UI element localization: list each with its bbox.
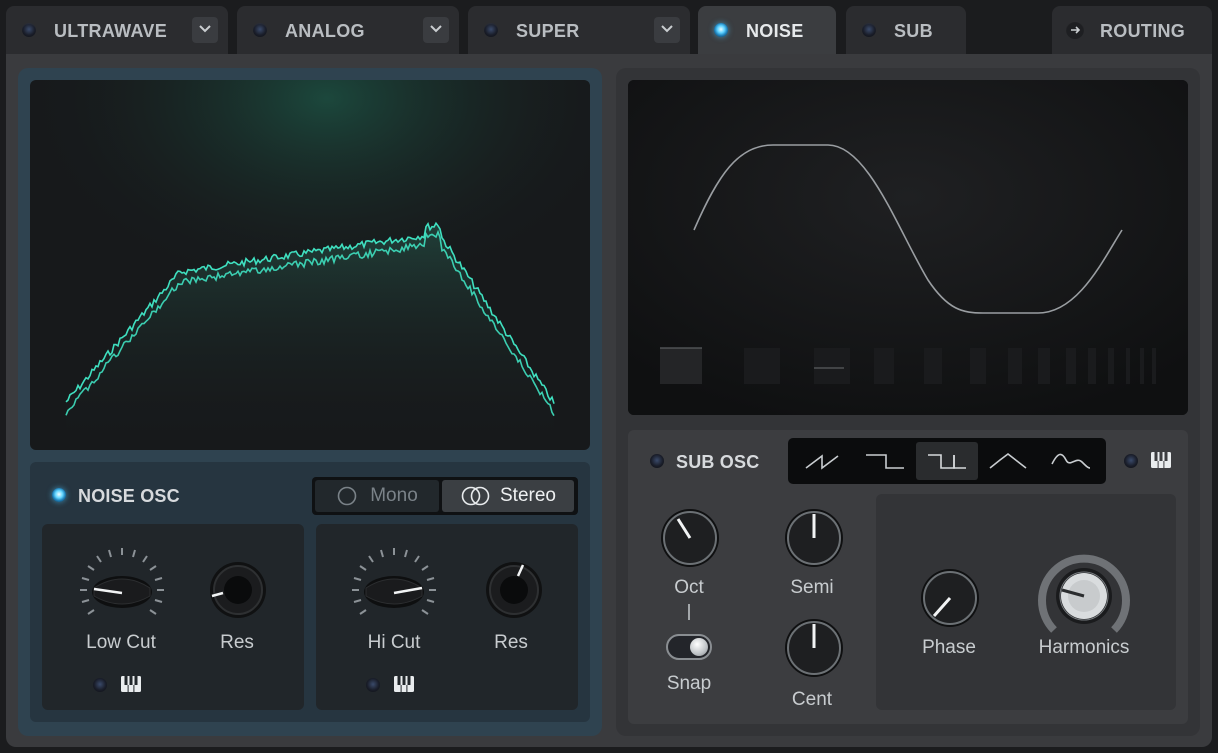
triangle-wave-button[interactable]	[978, 442, 1040, 480]
tab-analog[interactable]: ANALOG	[237, 6, 459, 54]
harmonic-bar	[1066, 348, 1076, 384]
harmonic-bar	[1008, 348, 1022, 384]
harmonic-bar	[744, 348, 780, 384]
low-res-knob[interactable]	[206, 558, 270, 622]
harmonic-bar	[1088, 348, 1096, 384]
phase-knob[interactable]	[918, 566, 982, 630]
tab-super[interactable]: SUPER	[468, 6, 690, 54]
snap-link-line	[688, 604, 690, 620]
saw-wave-button[interactable]	[792, 442, 854, 480]
square-wave-icon	[928, 454, 966, 469]
harmonic-bar	[970, 348, 986, 384]
stereo-option[interactable]: Stereo	[442, 480, 574, 512]
low-cut-knob[interactable]	[72, 540, 172, 640]
harmonic-bar	[1140, 348, 1144, 384]
harmonic-bar	[874, 348, 894, 384]
tab-label: ULTRAWAVE	[54, 21, 168, 41]
phase-label: Phase	[922, 637, 976, 658]
piano-icon[interactable]	[121, 676, 141, 692]
noise-spectrum-graph	[30, 80, 590, 450]
mono-option[interactable]: Mono	[315, 480, 439, 512]
high-res-label: Res	[494, 632, 528, 653]
piano-icon[interactable]	[394, 676, 414, 692]
chevron-down-icon[interactable]	[654, 17, 680, 43]
custom-wave-button[interactable]	[1040, 442, 1102, 480]
snap-label: Snap	[666, 673, 712, 694]
ultrawave-led-button[interactable]	[22, 23, 36, 37]
tab-noise[interactable]: NOISE	[698, 6, 836, 54]
harmonic-bar	[1126, 348, 1130, 384]
noise-osc-power-button[interactable]	[52, 488, 66, 502]
arrow-right-icon	[1066, 21, 1084, 39]
tab-routing[interactable]: ROUTING	[1052, 6, 1212, 54]
square-wave-button[interactable]	[916, 442, 978, 480]
tab-sub[interactable]: SUB	[846, 6, 966, 54]
custom-wave-icon	[1051, 453, 1091, 469]
tab-label: ANALOG	[285, 21, 365, 41]
oct-knob[interactable]	[658, 506, 722, 570]
tab-label: NOISE	[746, 21, 804, 41]
tab-label: SUB	[894, 21, 933, 41]
pulse-wave-icon	[866, 454, 904, 469]
super-led-button[interactable]	[484, 23, 498, 37]
cent-knob[interactable]	[782, 616, 846, 680]
sub-osc-power-button[interactable]	[650, 454, 664, 468]
pulse-wave-button[interactable]	[854, 442, 916, 480]
triangle-wave-icon	[989, 452, 1027, 469]
cent-label: Cent	[791, 689, 833, 710]
stereo-label: Stereo	[500, 485, 556, 506]
semi-knob[interactable]	[782, 506, 846, 570]
saw-wave-icon	[805, 454, 839, 470]
chevron-down-icon[interactable]	[192, 17, 218, 43]
harmonic-bar	[924, 348, 942, 384]
high-cut-label: Hi Cut	[367, 632, 421, 653]
noise-spectrum-display	[30, 80, 590, 450]
sub-keytrack-led-button[interactable]	[1124, 454, 1138, 468]
high-cut-knob[interactable]	[344, 540, 444, 640]
low-cut-label: Low Cut	[86, 632, 156, 653]
low-res-label: Res	[220, 632, 254, 653]
waveform-selector	[788, 438, 1106, 484]
chevron-down-icon[interactable]	[423, 17, 449, 43]
snap-toggle[interactable]	[666, 634, 712, 660]
mono-circle-icon	[337, 486, 357, 506]
harmonic-bar	[1152, 348, 1156, 384]
harmonic-bar	[814, 348, 850, 384]
stereo-circles-icon	[461, 486, 490, 506]
harmonics-label: Harmonics	[1038, 637, 1130, 658]
harmonic-bar	[660, 348, 702, 384]
tab-ultrawave[interactable]: ULTRAWAVE	[6, 6, 228, 54]
harmonic-bar	[1038, 348, 1050, 384]
noise-led-button[interactable]	[714, 23, 728, 37]
sub-led-button[interactable]	[862, 23, 876, 37]
semi-label: Semi	[790, 577, 834, 598]
sub-waveform-display	[628, 80, 1188, 415]
analog-led-button[interactable]	[253, 23, 267, 37]
low-keytrack-led-button[interactable]	[93, 678, 107, 692]
high-res-knob[interactable]	[482, 558, 546, 622]
snap-toggle-thumb	[690, 638, 708, 656]
piano-icon[interactable]	[1151, 452, 1171, 468]
tab-label: ROUTING	[1100, 21, 1186, 41]
sub-osc-title: SUB OSC	[676, 452, 760, 472]
tab-label: SUPER	[516, 21, 580, 41]
noise-osc-title: NOISE OSC	[78, 486, 180, 506]
oct-label: Oct	[674, 577, 704, 598]
mono-stereo-switch: Mono Stereo	[312, 477, 578, 515]
sub-waveform-graph	[628, 80, 1188, 415]
harmonic-bar	[1108, 348, 1114, 384]
high-keytrack-led-button[interactable]	[366, 678, 380, 692]
harmonics-knob[interactable]	[1032, 544, 1136, 648]
mono-label: Mono	[370, 485, 418, 506]
